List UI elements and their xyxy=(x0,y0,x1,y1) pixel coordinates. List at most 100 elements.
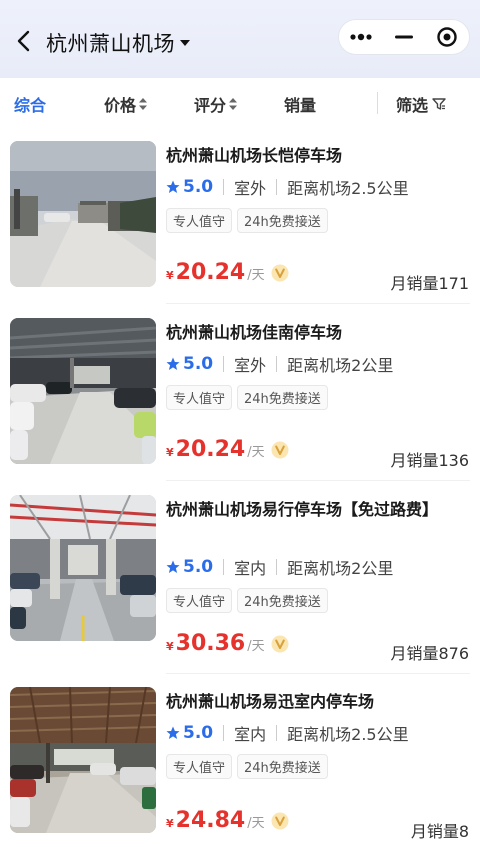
parking-lot-card[interactable]: 杭州萧山机场易迅室内停车场 5.0 室内 距离机场2.5公里 专人值守 24h免… xyxy=(0,676,480,847)
currency-symbol: ¥ xyxy=(166,446,174,459)
parking-lot-name: 杭州萧山机场长恺停车场 xyxy=(166,146,343,165)
caret-down-icon xyxy=(180,40,190,46)
price-row: ¥ 24.84 /天 xyxy=(166,808,289,833)
star-icon xyxy=(166,180,180,193)
meta-separator xyxy=(223,559,225,575)
price-value: 24.84 xyxy=(175,808,246,833)
rating-score: 5.0 xyxy=(183,177,214,197)
service-tags: 专人值守 24h免费接送 xyxy=(166,208,333,233)
parking-lot-card[interactable]: 杭州萧山机场易行停车场【免过路费】 5.0 室内 距离机场2公里 专人值守 24… xyxy=(0,484,480,674)
outdoor-lot-image xyxy=(10,141,156,287)
sort-label: 价格 xyxy=(104,96,137,115)
star-icon xyxy=(166,726,180,739)
service-tags: 专人值守 24h免费接送 xyxy=(166,588,333,613)
parking-lot-name: 杭州萧山机场佳南停车场 xyxy=(166,323,343,342)
parking-lot-card[interactable]: 杭州萧山机场佳南停车场 5.0 室外 距离机场2公里 专人值守 24h免费接送 … xyxy=(0,307,480,483)
distance-text: 距离机场2公里 xyxy=(287,559,394,578)
back-icon[interactable] xyxy=(12,26,38,56)
parking-lot-name: 杭州萧山机场易行停车场【免过路费】 xyxy=(166,500,439,519)
parking-lot-meta: 5.0 室外 距离机场2公里 xyxy=(166,352,393,376)
parking-lot-card[interactable]: 杭州萧山机场长恺停车场 5.0 室外 距离机场2.5公里 专人值守 24h免费接… xyxy=(0,130,480,306)
parking-lot-photo[interactable] xyxy=(10,318,156,464)
meta-separator xyxy=(223,356,225,372)
distance-text: 距离机场2公里 xyxy=(287,356,394,375)
service-tags: 专人值守 24h免费接送 xyxy=(166,754,333,779)
sort-bar: 综合 价格 评分 销量 筛选 xyxy=(0,78,480,130)
meta-separator xyxy=(223,179,225,195)
sort-comprehensive[interactable]: 综合 xyxy=(14,92,46,116)
meta-separator xyxy=(276,179,278,195)
row-divider xyxy=(166,673,470,674)
rating-score: 5.0 xyxy=(183,354,214,374)
price-unit: /天 xyxy=(247,268,265,283)
covered-lot-image xyxy=(10,687,156,833)
price-unit: /天 xyxy=(247,639,265,654)
tag-shuttle: 24h免费接送 xyxy=(237,385,328,410)
minimize-button[interactable] xyxy=(382,20,425,54)
sortbar-divider xyxy=(377,92,378,114)
sort-label: 综合 xyxy=(14,96,47,115)
meta-separator xyxy=(276,356,278,372)
nav-header: 杭州萧山机场 xyxy=(0,0,480,78)
lot-type: 室外 xyxy=(234,356,267,375)
monthly-sales: 月销量171 xyxy=(390,274,469,293)
target-close-icon xyxy=(437,27,458,47)
price-row: ¥ 20.24 /天 xyxy=(166,437,289,462)
close-miniprogram-button[interactable] xyxy=(426,20,469,54)
tag-attended: 专人值守 xyxy=(166,208,233,233)
lot-type: 室内 xyxy=(234,559,267,578)
tag-shuttle: 24h免费接送 xyxy=(237,588,328,613)
currency-symbol: ¥ xyxy=(166,640,174,653)
price-unit: /天 xyxy=(247,445,265,460)
distance-text: 距离机场2.5公里 xyxy=(287,725,409,744)
price-value: 30.36 xyxy=(175,631,246,656)
tag-attended: 专人值守 xyxy=(166,588,233,613)
price-value: 20.24 xyxy=(175,260,246,285)
row-divider xyxy=(166,303,470,304)
parking-lot-meta: 5.0 室外 距离机场2.5公里 xyxy=(166,175,409,199)
star-icon xyxy=(166,560,180,573)
underground-garage-image xyxy=(10,495,156,641)
row-divider xyxy=(166,480,470,481)
vip-badge-icon xyxy=(271,264,289,281)
parking-lot-meta: 5.0 室内 距离机场2.5公里 xyxy=(166,721,409,745)
vip-badge-icon xyxy=(271,812,289,829)
sort-rating[interactable]: 评分 xyxy=(194,92,238,116)
more-dots-icon xyxy=(350,33,372,41)
sort-arrows-icon xyxy=(229,98,238,110)
filter-label: 筛选 xyxy=(396,96,429,115)
tag-attended: 专人值守 xyxy=(166,754,233,779)
parking-lot-photo[interactable] xyxy=(10,495,156,641)
sort-label: 销量 xyxy=(284,96,317,115)
parking-lot-photo[interactable] xyxy=(10,141,156,287)
currency-symbol: ¥ xyxy=(166,269,174,282)
vip-badge-icon xyxy=(271,635,289,652)
price-row: ¥ 20.24 /天 xyxy=(166,260,289,285)
sort-arrows-icon xyxy=(139,98,148,110)
currency-symbol: ¥ xyxy=(166,817,174,830)
monthly-sales: 月销量136 xyxy=(390,451,469,470)
sort-price[interactable]: 价格 xyxy=(104,92,148,116)
filter-icon xyxy=(432,98,446,110)
monthly-sales: 月销量8 xyxy=(410,822,469,841)
monthly-sales: 月销量876 xyxy=(390,644,469,663)
tag-shuttle: 24h免费接送 xyxy=(237,754,328,779)
parking-lot-photo[interactable] xyxy=(10,687,156,833)
page-title: 杭州萧山机场 xyxy=(46,32,175,56)
filter-button[interactable]: 筛选 xyxy=(396,92,446,116)
more-button[interactable] xyxy=(339,20,382,54)
city-airport-selector[interactable]: 杭州萧山机场 xyxy=(46,28,191,58)
meta-separator xyxy=(276,559,278,575)
price-value: 20.24 xyxy=(175,437,246,462)
tag-attended: 专人值守 xyxy=(166,385,233,410)
sort-label: 评分 xyxy=(194,96,227,115)
tag-shuttle: 24h免费接送 xyxy=(237,208,328,233)
parking-lot-meta: 5.0 室内 距离机场2公里 xyxy=(166,555,393,579)
vip-badge-icon xyxy=(271,441,289,458)
price-row: ¥ 30.36 /天 xyxy=(166,631,289,656)
lot-type: 室外 xyxy=(234,179,267,198)
distance-text: 距离机场2.5公里 xyxy=(287,179,409,198)
minus-icon xyxy=(394,35,413,39)
sort-sales[interactable]: 销量 xyxy=(284,92,316,116)
lot-type: 室内 xyxy=(234,725,267,744)
